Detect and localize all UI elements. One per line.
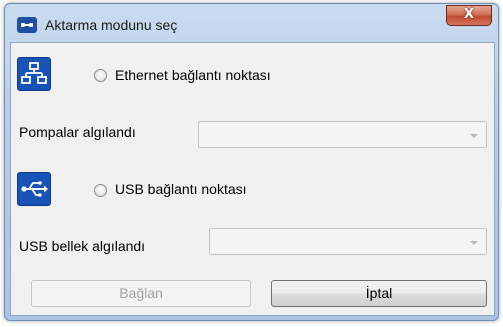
pumps-detected-label: Pompalar algılandı (19, 124, 136, 140)
dialog-body: Ethernet bağlantı noktası Pompalar algıl… (10, 42, 495, 316)
pumps-dropdown[interactable] (198, 121, 487, 148)
chevron-down-icon (470, 134, 478, 138)
cancel-button[interactable]: İptal (271, 280, 487, 307)
dialog-window: Aktarma modunu seç X Ethernet bağlantı n… (4, 3, 499, 321)
window-title: Aktarma modunu seç (45, 17, 178, 33)
usb-memory-dropdown[interactable] (209, 228, 487, 255)
usb-label[interactable]: USB bağlantı noktası (115, 181, 247, 197)
ethernet-radio[interactable] (94, 69, 107, 82)
close-button[interactable]: X (446, 5, 492, 26)
usb-icon (17, 172, 51, 206)
network-icon (17, 57, 51, 91)
connect-button[interactable]: Bağlan (31, 280, 251, 307)
chevron-down-icon (470, 241, 478, 245)
title-bar[interactable]: Aktarma modunu seç X (5, 4, 498, 42)
ethernet-label[interactable]: Ethernet bağlantı noktası (115, 67, 271, 83)
usb-radio[interactable] (94, 184, 107, 197)
app-transfer-icon (17, 17, 37, 33)
usb-memory-detected-label: USB bellek algılandı (19, 238, 146, 254)
